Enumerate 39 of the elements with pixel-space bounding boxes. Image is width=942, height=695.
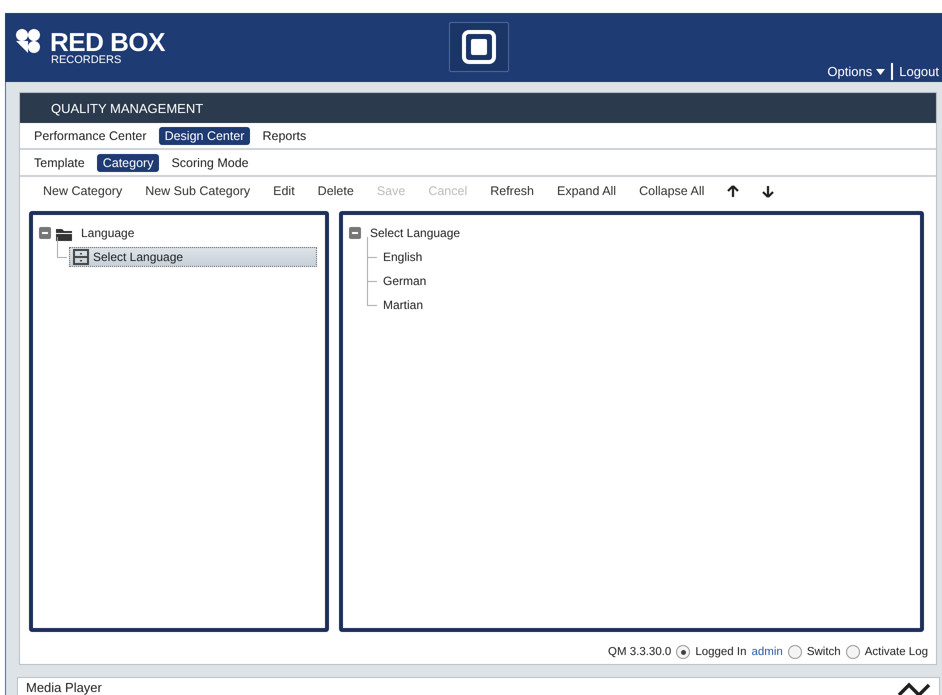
brand-subtitle: RECORDERS bbox=[51, 55, 122, 66]
caret-icon bbox=[876, 68, 886, 74]
tree-node[interactable]: German bbox=[379, 271, 430, 291]
media-player-panel: Media Player bbox=[17, 677, 940, 695]
tab[interactable]: Template bbox=[28, 154, 91, 172]
radio-option[interactable]: Logged In bbox=[676, 645, 746, 659]
toolbar-button[interactable]: Refresh bbox=[484, 182, 540, 200]
collapse-icon[interactable] bbox=[39, 227, 51, 239]
arrow-down-icon bbox=[762, 184, 774, 198]
drawer-icon bbox=[73, 249, 89, 265]
logout-link[interactable]: Logout bbox=[899, 64, 939, 79]
brand-name: RED BOX bbox=[50, 29, 165, 55]
radio-option[interactable]: Switch bbox=[788, 645, 841, 659]
arrow-up-icon bbox=[727, 184, 740, 198]
version-label: QM 3.3.30.0 bbox=[608, 646, 672, 658]
tab[interactable]: Design Center bbox=[158, 126, 250, 144]
tree-node[interactable]: Martian bbox=[379, 295, 428, 315]
collapse-icon[interactable] bbox=[349, 227, 361, 239]
toolbar-button[interactable]: Delete bbox=[312, 182, 360, 200]
square-icon bbox=[461, 29, 497, 65]
options-menu[interactable]: Options bbox=[827, 64, 886, 79]
toolbar-button[interactable]: New Category bbox=[37, 182, 128, 200]
tree-node[interactable]: Select Language bbox=[366, 223, 464, 243]
tab[interactable]: Performance Center bbox=[28, 126, 153, 144]
toolbar-button[interactable]: Expand All bbox=[551, 182, 622, 200]
tab[interactable]: Reports bbox=[256, 126, 312, 144]
toolbar-button[interactable]: Edit bbox=[267, 182, 301, 200]
toolbar-button[interactable]: New Sub Category bbox=[139, 182, 256, 200]
user-link[interactable]: admin bbox=[752, 646, 783, 658]
panel-title: QUALITY MANAGEMENT bbox=[20, 93, 936, 123]
chevron-icon bbox=[897, 681, 931, 695]
tab[interactable]: Scoring Mode bbox=[165, 154, 255, 172]
tree-node[interactable]: English bbox=[379, 247, 426, 267]
tree-node[interactable]: Select Language bbox=[69, 247, 317, 267]
toolbar-button[interactable]: Collapse All bbox=[633, 182, 710, 200]
tab[interactable]: Category bbox=[96, 154, 160, 172]
tree-node[interactable]: Language bbox=[77, 223, 138, 243]
radio-option[interactable]: Activate Log bbox=[846, 645, 928, 659]
logo-icon bbox=[16, 29, 40, 53]
